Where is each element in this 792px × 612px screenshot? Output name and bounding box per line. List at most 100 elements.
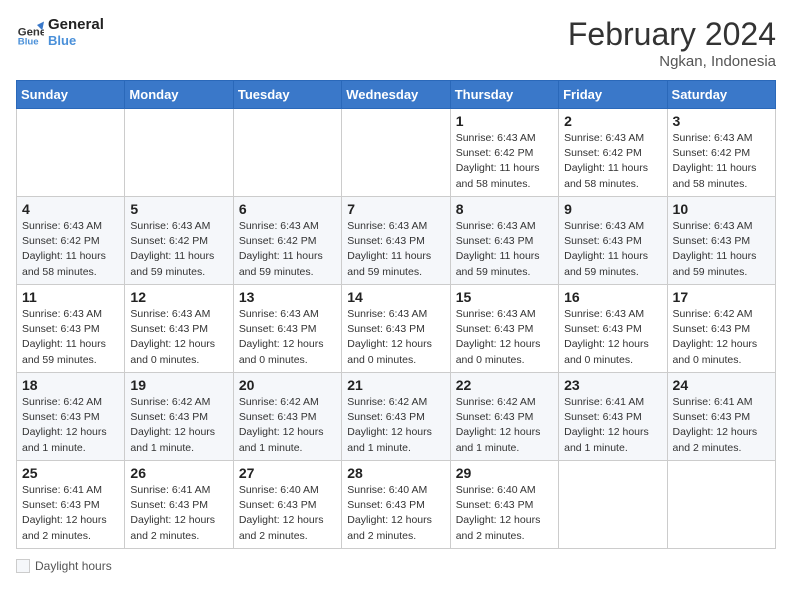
day-info: Sunrise: 6:43 AM Sunset: 6:43 PM Dayligh… [239, 307, 336, 368]
calendar-cell [559, 461, 667, 549]
calendar-cell: 19 Sunrise: 6:42 AM Sunset: 6:43 PM Dayli… [125, 373, 233, 461]
day-number: 13 [239, 289, 336, 305]
day-number: 3 [673, 113, 770, 129]
day-number: 1 [456, 113, 553, 129]
day-info: Sunrise: 6:43 AM Sunset: 6:42 PM Dayligh… [239, 219, 336, 280]
day-number: 15 [456, 289, 553, 305]
day-info: Sunrise: 6:41 AM Sunset: 6:43 PM Dayligh… [22, 483, 119, 544]
day-info: Sunrise: 6:43 AM Sunset: 6:43 PM Dayligh… [130, 307, 227, 368]
col-header-monday: Monday [125, 81, 233, 109]
day-info: Sunrise: 6:43 AM Sunset: 6:42 PM Dayligh… [673, 131, 770, 192]
day-info: Sunrise: 6:43 AM Sunset: 6:43 PM Dayligh… [347, 307, 444, 368]
day-number: 12 [130, 289, 227, 305]
calendar-cell: 5Sunrise: 6:43 AM Sunset: 6:42 PM Daylig… [125, 197, 233, 285]
day-info: Sunrise: 6:43 AM Sunset: 6:43 PM Dayligh… [347, 219, 444, 280]
day-info: Sunrise: 6:42 AM Sunset: 6:43 PM Dayligh… [456, 395, 553, 456]
day-info: Sunrise: 6:41 AM Sunset: 6:43 PM Dayligh… [564, 395, 661, 456]
day-info: Sunrise: 6:41 AM Sunset: 6:43 PM Dayligh… [673, 395, 770, 456]
calendar-cell [667, 461, 775, 549]
day-number: 20 [239, 377, 336, 393]
calendar-cell: 13 Sunrise: 6:43 AM Sunset: 6:43 PM Dayli… [233, 285, 341, 373]
calendar-cell [17, 109, 125, 197]
day-number: 7 [347, 201, 444, 217]
calendar-cell [233, 109, 341, 197]
calendar-cell: 29 Sunrise: 6:40 AM Sunset: 6:43 PM Dayli… [450, 461, 558, 549]
title-block: February 2024 Ngkan, Indonesia [568, 16, 776, 70]
calendar-cell: 15 Sunrise: 6:43 AM Sunset: 6:43 PM Dayli… [450, 285, 558, 373]
calendar-cell: 3 Sunrise: 6:43 AM Sunset: 6:42 PM Daylig… [667, 109, 775, 197]
legend-box [16, 559, 30, 573]
day-number: 10 [673, 201, 770, 217]
day-info: Sunrise: 6:43 AM Sunset: 6:43 PM Dayligh… [22, 307, 119, 368]
day-number: 27 [239, 465, 336, 481]
svg-text:Blue: Blue [18, 36, 39, 46]
calendar-cell: 20 Sunrise: 6:42 AM Sunset: 6:43 PM Dayli… [233, 373, 341, 461]
day-info: Sunrise: 6:40 AM Sunset: 6:43 PM Dayligh… [456, 483, 553, 544]
calendar-table: SundayMondayTuesdayWednesdayThursdayFrid… [16, 80, 776, 549]
col-header-thursday: Thursday [450, 81, 558, 109]
day-number: 11 [22, 289, 119, 305]
day-info: Sunrise: 6:43 AM Sunset: 6:43 PM Dayligh… [456, 219, 553, 280]
week-row-3: 11 Sunrise: 6:43 AM Sunset: 6:43 PM Dayli… [17, 285, 776, 373]
day-number: 8 [456, 201, 553, 217]
day-number: 19 [130, 377, 227, 393]
footer: Daylight hours [16, 559, 776, 573]
logo-general: General [48, 16, 104, 33]
day-number: 16 [564, 289, 661, 305]
col-header-saturday: Saturday [667, 81, 775, 109]
col-header-wednesday: Wednesday [342, 81, 450, 109]
day-info: Sunrise: 6:43 AM Sunset: 6:43 PM Dayligh… [564, 307, 661, 368]
calendar-cell: 21 Sunrise: 6:42 AM Sunset: 6:43 PM Dayli… [342, 373, 450, 461]
col-header-sunday: Sunday [17, 81, 125, 109]
calendar-cell: 23 Sunrise: 6:41 AM Sunset: 6:43 PM Dayli… [559, 373, 667, 461]
day-info: Sunrise: 6:43 AM Sunset: 6:42 PM Dayligh… [456, 131, 553, 192]
calendar-cell: 8 Sunrise: 6:43 AM Sunset: 6:43 PM Daylig… [450, 197, 558, 285]
day-number: 4 [22, 201, 119, 217]
calendar-cell: 25 Sunrise: 6:41 AM Sunset: 6:43 PM Dayli… [17, 461, 125, 549]
day-info: Sunrise: 6:43 AM Sunset: 6:43 PM Dayligh… [564, 219, 661, 280]
calendar-cell: 2Sunrise: 6:43 AM Sunset: 6:42 PM Daylig… [559, 109, 667, 197]
day-number: 26 [130, 465, 227, 481]
calendar-cell: 16 Sunrise: 6:43 AM Sunset: 6:43 PM Dayli… [559, 285, 667, 373]
calendar-cell: 7 Sunrise: 6:43 AM Sunset: 6:43 PM Daylig… [342, 197, 450, 285]
day-number: 21 [347, 377, 444, 393]
calendar-cell: 28 Sunrise: 6:40 AM Sunset: 6:43 PM Dayli… [342, 461, 450, 549]
legend-label: Daylight hours [35, 559, 112, 573]
calendar-cell: 14 Sunrise: 6:43 AM Sunset: 6:43 PM Dayli… [342, 285, 450, 373]
day-number: 9 [564, 201, 661, 217]
week-row-5: 25 Sunrise: 6:41 AM Sunset: 6:43 PM Dayli… [17, 461, 776, 549]
day-number: 17 [673, 289, 770, 305]
day-number: 24 [673, 377, 770, 393]
day-info: Sunrise: 6:40 AM Sunset: 6:43 PM Dayligh… [239, 483, 336, 544]
calendar-cell: 11 Sunrise: 6:43 AM Sunset: 6:43 PM Dayli… [17, 285, 125, 373]
day-info: Sunrise: 6:40 AM Sunset: 6:43 PM Dayligh… [347, 483, 444, 544]
week-row-2: 4 Sunrise: 6:43 AM Sunset: 6:42 PM Daylig… [17, 197, 776, 285]
day-number: 29 [456, 465, 553, 481]
day-number: 23 [564, 377, 661, 393]
week-row-4: 18Sunrise: 6:42 AM Sunset: 6:43 PM Dayli… [17, 373, 776, 461]
day-info: Sunrise: 6:43 AM Sunset: 6:42 PM Dayligh… [22, 219, 119, 280]
header-row: SundayMondayTuesdayWednesdayThursdayFrid… [17, 81, 776, 109]
calendar-cell: 10 Sunrise: 6:43 AM Sunset: 6:43 PM Dayli… [667, 197, 775, 285]
day-number: 28 [347, 465, 444, 481]
day-info: Sunrise: 6:42 AM Sunset: 6:43 PM Dayligh… [239, 395, 336, 456]
day-info: Sunrise: 6:43 AM Sunset: 6:43 PM Dayligh… [673, 219, 770, 280]
calendar-cell: 18Sunrise: 6:42 AM Sunset: 6:43 PM Dayli… [17, 373, 125, 461]
week-row-1: 1 Sunrise: 6:43 AM Sunset: 6:42 PM Daylig… [17, 109, 776, 197]
day-number: 25 [22, 465, 119, 481]
day-info: Sunrise: 6:42 AM Sunset: 6:43 PM Dayligh… [347, 395, 444, 456]
day-info: Sunrise: 6:43 AM Sunset: 6:43 PM Dayligh… [456, 307, 553, 368]
calendar-cell: 26Sunrise: 6:41 AM Sunset: 6:43 PM Dayli… [125, 461, 233, 549]
calendar-cell: 12 Sunrise: 6:43 AM Sunset: 6:43 PM Dayli… [125, 285, 233, 373]
calendar-cell: 24 Sunrise: 6:41 AM Sunset: 6:43 PM Dayli… [667, 373, 775, 461]
calendar-cell [125, 109, 233, 197]
day-info: Sunrise: 6:42 AM Sunset: 6:43 PM Dayligh… [130, 395, 227, 456]
legend-item: Daylight hours [16, 559, 112, 573]
day-info: Sunrise: 6:42 AM Sunset: 6:43 PM Dayligh… [22, 395, 119, 456]
col-header-tuesday: Tuesday [233, 81, 341, 109]
calendar-cell [342, 109, 450, 197]
day-info: Sunrise: 6:43 AM Sunset: 6:42 PM Dayligh… [130, 219, 227, 280]
day-number: 22 [456, 377, 553, 393]
day-info: Sunrise: 6:42 AM Sunset: 6:43 PM Dayligh… [673, 307, 770, 368]
day-number: 14 [347, 289, 444, 305]
